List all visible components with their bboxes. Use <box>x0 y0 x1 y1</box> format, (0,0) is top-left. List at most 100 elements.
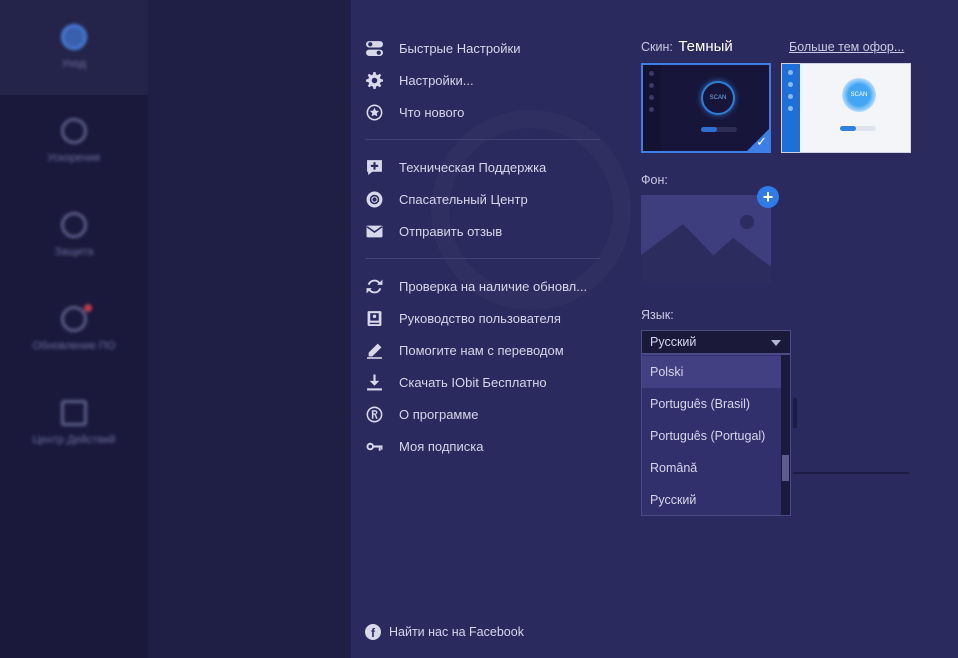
menu-item-rescue-center[interactable]: Спасательный Центр <box>365 188 528 210</box>
registered-icon <box>365 405 383 423</box>
language-selected-value: Русский <box>650 335 697 349</box>
skin-preview-dot <box>788 94 793 99</box>
support-plus-icon <box>365 158 383 176</box>
menu-item-settings[interactable]: Настройки... <box>365 69 474 91</box>
menu-item-label: Отправить отзыв <box>399 223 503 239</box>
skin-preview-sidebar <box>643 65 661 151</box>
menu-item-label: Помогите нам с переводом <box>399 342 564 358</box>
skin-preview-bar <box>840 126 876 131</box>
background-nav-software-update: Обновление ПО <box>0 304 148 352</box>
background-preview[interactable] <box>641 195 771 284</box>
update-icon <box>61 306 87 332</box>
skin-option-dark[interactable]: SCAN ✓ <box>641 63 771 153</box>
background-label: Фон: <box>641 173 668 187</box>
skin-preview-dot <box>788 70 793 75</box>
lifebuoy-icon <box>365 190 383 208</box>
menu-item-label: О программе <box>399 406 479 422</box>
toggles-icon <box>365 39 383 57</box>
menu-item-label: Моя подписка <box>399 438 484 454</box>
skin-preview-sidebar <box>782 64 800 152</box>
menu-item-send-feedback[interactable]: Отправить отзыв <box>365 220 502 242</box>
menu-item-help-translate[interactable]: Помогите нам с переводом <box>365 339 564 361</box>
menu-item-about[interactable]: О программе <box>365 403 479 425</box>
background-nav-label: Ускорение <box>47 152 101 164</box>
menu-item-check-updates[interactable]: Проверка на наличие обновл... <box>365 275 587 297</box>
background-nav-label: Защита <box>54 246 94 258</box>
background-control-line <box>793 472 909 474</box>
skin-preview-dot <box>649 83 654 88</box>
skin-preview-dot <box>788 82 793 87</box>
language-option-romanian[interactable]: Română <box>642 452 782 484</box>
background-main-area <box>148 0 351 658</box>
pencil-icon <box>365 341 383 359</box>
menu-item-label: Настройки... <box>399 72 474 88</box>
menu-item-my-subscription[interactable]: Моя подписка <box>365 435 483 457</box>
menu-item-whats-new[interactable]: Что нового <box>365 101 464 123</box>
menu-divider <box>365 258 600 259</box>
menu-divider <box>365 139 600 140</box>
envelope-icon <box>365 222 383 240</box>
skin-preview-dot <box>649 71 654 76</box>
background-nav-label: Обновление ПО <box>32 340 116 352</box>
main-menu-panel: Быстрые Настройки Настройки... Что новог… <box>351 0 958 658</box>
menu-item-label: Проверка на наличие обновл... <box>399 278 588 294</box>
speedometer-icon <box>61 118 87 144</box>
skin-preview-scan-ring: SCAN <box>842 78 876 112</box>
manual-icon <box>365 309 383 327</box>
background-nav-care: Уход <box>0 24 148 70</box>
chevron-down-icon <box>771 340 781 346</box>
menu-item-label: Руководство пользователя <box>399 310 561 326</box>
skin-preview-bar <box>701 127 737 132</box>
language-label: Язык: <box>641 308 674 322</box>
skin-heading: Скин: Темный <box>641 38 733 55</box>
menu-item-user-manual[interactable]: Руководство пользователя <box>365 307 561 329</box>
menu-item-label: Что нового <box>399 104 465 120</box>
skin-option-light[interactable]: SCAN <box>781 63 911 153</box>
menu-item-tech-support[interactable]: Техническая Поддержка <box>365 156 546 178</box>
language-option-portuguese-portugal[interactable]: Português (Portugal) <box>642 420 782 452</box>
menu-item-label: Быстрые Настройки <box>399 40 521 56</box>
menu-item-label: Техническая Поддержка <box>399 159 547 175</box>
background-nav-label: Центр Действий <box>32 434 116 446</box>
skin-current-value: Темный <box>678 38 733 55</box>
grid-icon <box>61 400 87 426</box>
menu-item-label: Скачать IObit Бесплатно <box>399 374 547 390</box>
care-icon <box>61 24 87 50</box>
skin-preview-scan-ring: SCAN <box>701 81 735 115</box>
add-background-button[interactable]: + <box>757 186 779 208</box>
language-dropdown-list: Polski Português (Brasil) Português (Por… <box>641 354 791 516</box>
facebook-link[interactable]: f Найти нас на Facebook <box>365 624 524 640</box>
app-window: Уход Ускорение Защита Обновление ПО Цент… <box>0 0 958 658</box>
dropdown-scrollbar-thumb[interactable] <box>782 455 789 481</box>
skin-preview-dot <box>788 106 793 111</box>
facebook-icon: f <box>365 624 381 640</box>
background-nav-label: Уход <box>61 58 87 70</box>
language-option-russian[interactable]: Русский <box>642 484 782 515</box>
download-icon <box>365 373 383 391</box>
background-nav-action-center: Центр Действий <box>0 400 148 446</box>
refresh-icon <box>365 277 383 295</box>
background-nav-speedup: Ускорение <box>0 118 148 164</box>
background-control-shadow <box>793 398 797 428</box>
menu-item-download-iobit[interactable]: Скачать IObit Бесплатно <box>365 371 547 393</box>
key-icon <box>365 437 383 455</box>
gear-icon <box>365 71 383 89</box>
language-select[interactable]: Русский <box>641 330 791 354</box>
background-nav-protect: Защита <box>0 212 148 258</box>
star-icon <box>365 103 383 121</box>
checkmark-icon: ✓ <box>756 134 767 149</box>
facebook-link-label: Найти нас на Facebook <box>389 625 524 639</box>
language-option-portuguese-brazil[interactable]: Português (Brasil) <box>642 388 782 420</box>
menu-item-label: Спасательный Центр <box>399 191 528 207</box>
dropdown-scrollbar[interactable] <box>781 355 790 515</box>
background-sidebar: Уход Ускорение Защита Обновление ПО Цент… <box>0 0 148 658</box>
skin-label: Скин: <box>641 40 673 54</box>
shield-icon <box>61 212 87 238</box>
mountain-image-icon <box>641 195 771 284</box>
language-option-polski[interactable]: Polski <box>642 356 782 388</box>
skin-preview-dot <box>649 95 654 100</box>
menu-item-quick-settings[interactable]: Быстрые Настройки <box>365 37 521 59</box>
more-themes-link[interactable]: Больше тем офор... <box>789 40 913 54</box>
skin-preview-dot <box>649 107 654 112</box>
notification-dot <box>84 304 92 312</box>
